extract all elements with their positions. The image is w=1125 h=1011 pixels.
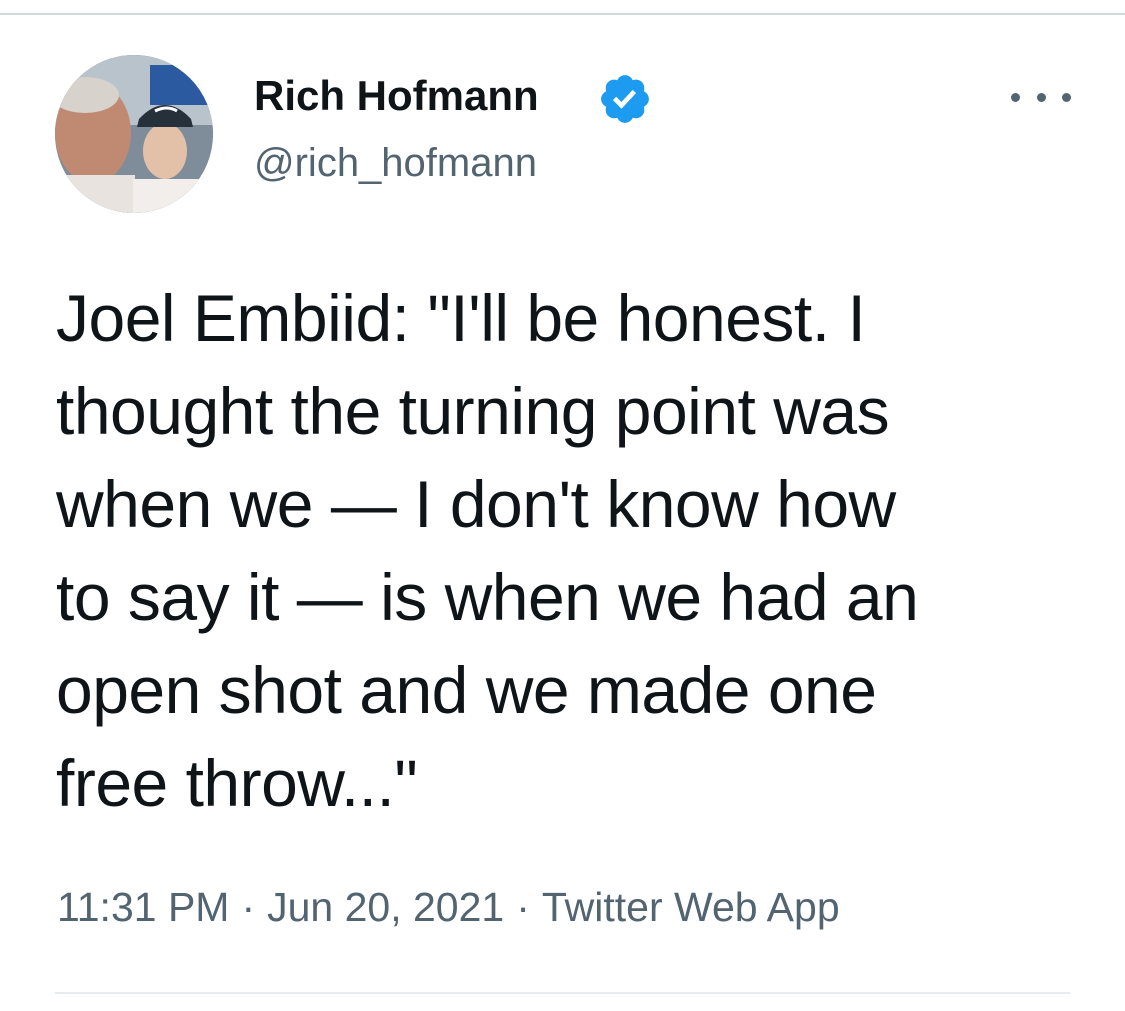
author-handle[interactable]: @rich_hofmann — [254, 140, 537, 186]
tweet-source-link[interactable]: Twitter Web App — [542, 884, 840, 930]
bottom-divider — [55, 992, 1070, 994]
tweet-time[interactable]: 11:31 PM — [57, 884, 229, 930]
tweet-text-line: open shot and we made one — [56, 653, 877, 727]
author-display-name[interactable]: Rich Hofmann — [254, 72, 539, 120]
tweet-text: Joel Embiid: "I'll be honest. I thought … — [56, 272, 1066, 830]
avatar[interactable] — [55, 55, 213, 213]
top-divider — [0, 13, 1125, 15]
tweet-metadata: 11:31 PM · Jun 20, 2021 · Twitter Web App — [57, 882, 840, 932]
tweet-text-line: Joel Embiid: "I'll be honest. I — [56, 281, 866, 355]
meta-separator: · — [241, 884, 256, 930]
more-horizontal-icon-dot — [1062, 92, 1071, 102]
tweet-text-line: to say it — is when we had an — [56, 560, 919, 634]
tweet-date[interactable]: Jun 20, 2021 — [267, 884, 504, 930]
verified-badge-icon — [601, 75, 649, 123]
more-horizontal-icon — [1011, 92, 1020, 102]
tweet-text-line: when we — I don't know how — [56, 467, 896, 541]
tweet-text-line: free throw..." — [56, 746, 418, 820]
more-horizontal-icon-dot — [1036, 92, 1046, 102]
more-options-button[interactable] — [1011, 82, 1071, 112]
avatar-photo-icon — [55, 55, 213, 213]
tweet-text-line: thought the turning point was — [56, 374, 890, 448]
meta-separator: · — [516, 884, 530, 930]
